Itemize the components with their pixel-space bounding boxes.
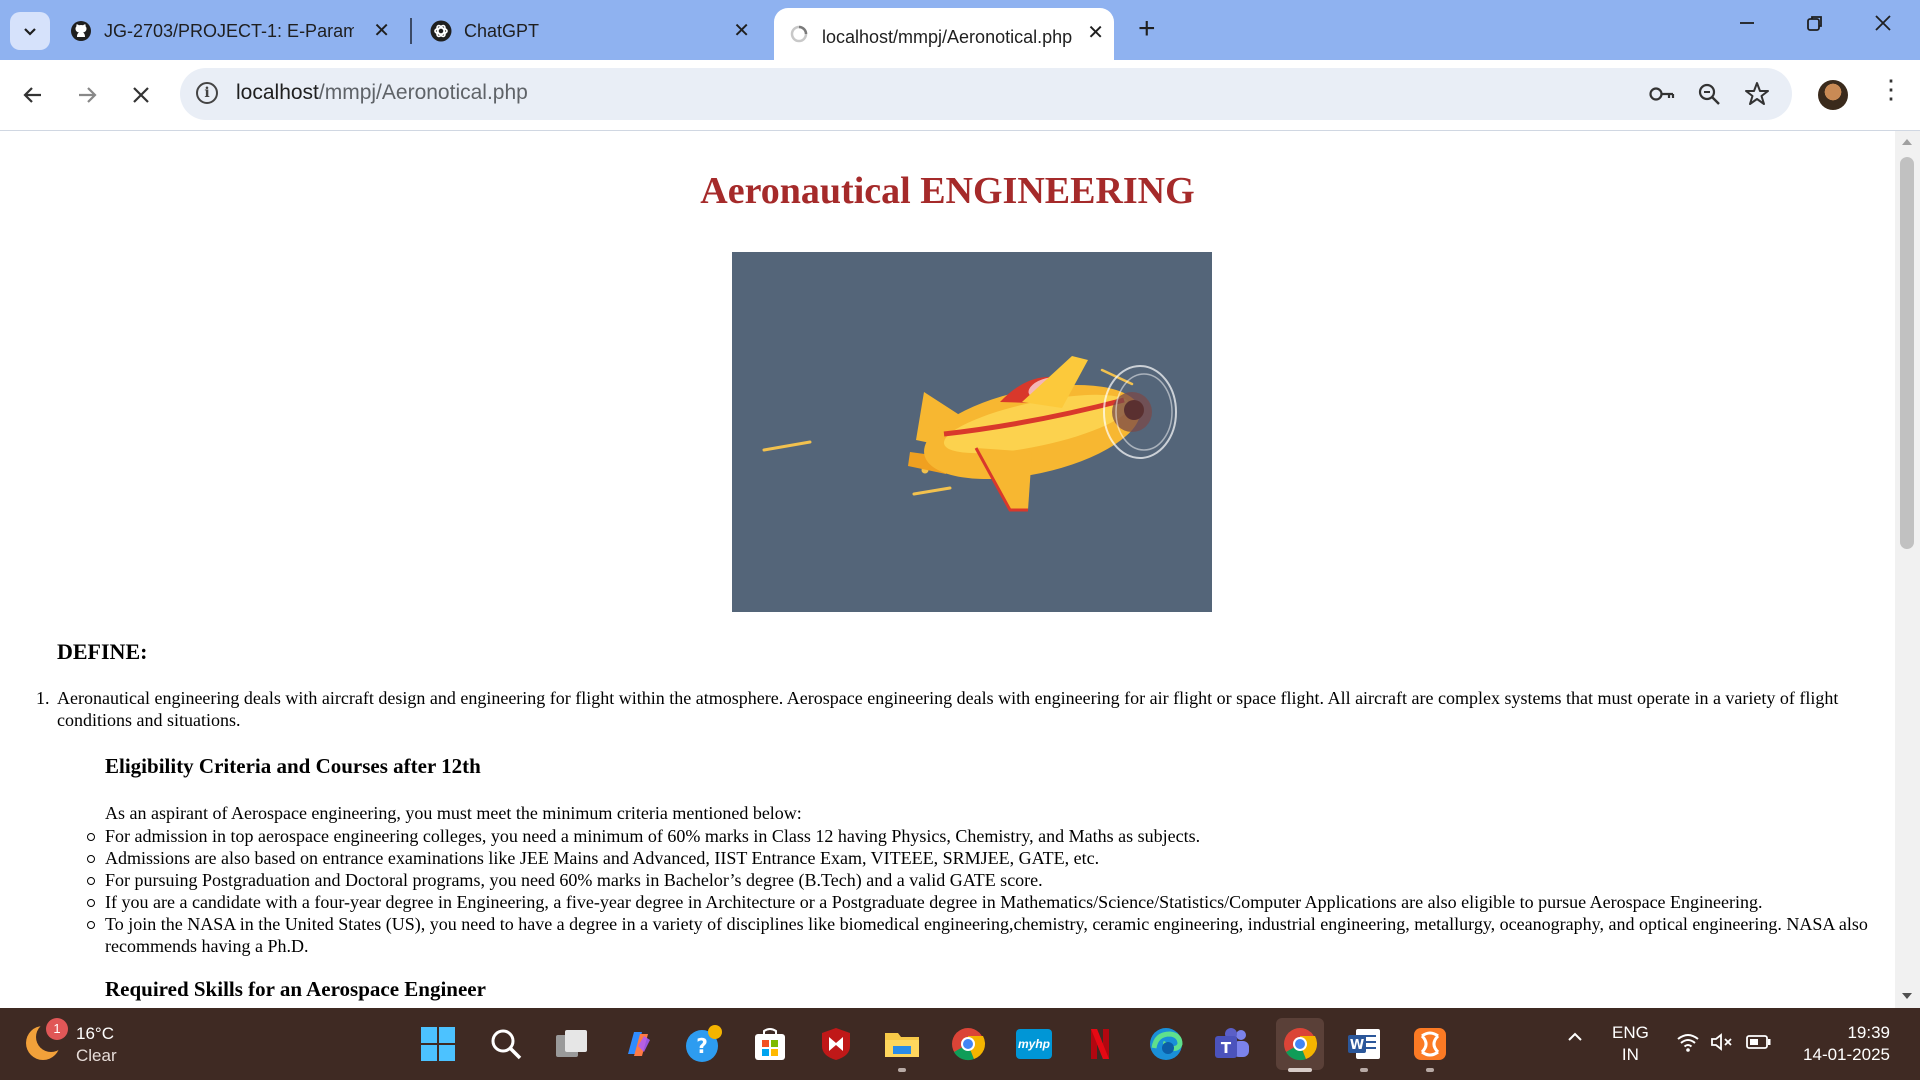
scroll-down-arrow-icon[interactable] xyxy=(1902,993,1912,999)
svg-text:W: W xyxy=(1350,1038,1364,1053)
list-number: 1. xyxy=(36,688,50,708)
file-explorer-icon[interactable] xyxy=(882,1024,922,1064)
tab-title: ChatGPT xyxy=(464,20,540,41)
chatgpt-icon xyxy=(430,20,452,42)
tab-github[interactable]: JG-2703/PROJECT-1: E-Paramarsh ✕ xyxy=(70,10,400,52)
page-viewport: Aeronautical ENGINEERING DEFINE: 1. Aero… xyxy=(0,131,1895,1008)
language-code: ENG xyxy=(1612,1023,1649,1042)
task-view-icon[interactable] xyxy=(552,1024,592,1064)
tab-chatgpt[interactable]: ChatGPT ✕ xyxy=(430,10,760,52)
browser-toolbar: i localhost/mmpj/Aeronotical.php ⋮ xyxy=(0,60,1920,131)
myhp-icon[interactable]: myhp xyxy=(1014,1024,1054,1064)
weather-temperature: 16°C xyxy=(76,1024,114,1043)
tray-chevron-up-icon[interactable] xyxy=(1566,1028,1584,1052)
list-item: For pursuing Postgraduation and Doctoral… xyxy=(87,869,1885,891)
svg-text:?: ? xyxy=(696,1034,708,1058)
github-icon xyxy=(70,20,92,42)
edge-icon[interactable] xyxy=(1146,1024,1186,1064)
eligibility-intro: As an aspirant of Aerospace engineering,… xyxy=(105,803,802,823)
browser-menu-icon[interactable]: ⋮ xyxy=(1878,76,1904,102)
address-url[interactable]: localhost/mmpj/Aeronotical.php xyxy=(236,81,528,105)
clock-time: 19:39 xyxy=(1847,1023,1890,1042)
url-host: localhost xyxy=(236,81,319,104)
battery-icon[interactable] xyxy=(1746,1034,1772,1056)
list-item: If you are a candidate with a four-year … xyxy=(87,891,1885,913)
close-icon[interactable]: ✕ xyxy=(373,20,390,42)
chrome-icon[interactable] xyxy=(948,1024,988,1064)
bookmark-star-icon[interactable] xyxy=(1744,81,1770,107)
tab-title: JG-2703/PROJECT-1: E-Paramarsh xyxy=(104,20,354,41)
new-tab-button[interactable]: + xyxy=(1138,14,1156,44)
loading-icon xyxy=(788,23,810,45)
page-title: Aeronautical ENGINEERING xyxy=(700,170,1195,212)
speaker-muted-icon[interactable] xyxy=(1710,1032,1734,1058)
key-icon[interactable] xyxy=(1648,81,1675,107)
active-indicator xyxy=(1288,1068,1312,1072)
running-indicator xyxy=(1426,1068,1434,1072)
word-icon[interactable]: W xyxy=(1344,1024,1384,1064)
chrome-active-icon[interactable] xyxy=(1276,1018,1324,1070)
back-button[interactable] xyxy=(16,78,50,112)
restore-icon[interactable] xyxy=(1806,12,1824,38)
wifi-icon[interactable] xyxy=(1676,1032,1700,1058)
xampp-icon[interactable] xyxy=(1410,1024,1450,1064)
search-icon[interactable] xyxy=(486,1024,526,1064)
myhp-label: myhp xyxy=(1016,1029,1052,1059)
help-icon[interactable]: ? xyxy=(684,1024,724,1064)
scrollbar-thumb[interactable] xyxy=(1900,157,1914,549)
clock[interactable]: 19:39 14-01-2025 xyxy=(1798,1022,1890,1066)
define-heading: DEFINE: xyxy=(57,639,148,664)
eligibility-heading: Eligibility Criteria and Courses after 1… xyxy=(105,754,481,778)
page-scrollbar[interactable] xyxy=(1895,131,1920,1008)
stop-loading-button[interactable] xyxy=(124,78,158,112)
address-bar[interactable]: i localhost/mmpj/Aeronotical.php xyxy=(180,68,1792,120)
skills-heading: Required Skills for an Aerospace Enginee… xyxy=(105,977,486,1001)
close-icon xyxy=(133,87,149,103)
weather-condition: Clear xyxy=(76,1046,117,1065)
tab-aeronautical[interactable]: localhost/mmpj/Aeronotical.php ✕ xyxy=(774,8,1114,60)
tab-title: localhost/mmpj/Aeronotical.php xyxy=(822,26,1072,47)
airplane-icon xyxy=(762,356,1177,512)
profile-avatar[interactable] xyxy=(1818,80,1848,110)
airplane-illustration xyxy=(732,252,1212,612)
copilot-icon[interactable] xyxy=(618,1024,658,1064)
tab-separator xyxy=(410,18,412,44)
running-indicator xyxy=(898,1068,906,1072)
arrow-right-icon xyxy=(79,87,97,103)
windows-start-icon[interactable] xyxy=(418,1024,458,1064)
eligibility-list: For admission in top aerospace engineeri… xyxy=(87,825,1885,957)
notification-badge: 1 xyxy=(46,1018,68,1040)
chevron-down-icon xyxy=(24,28,36,36)
microsoft-store-icon[interactable] xyxy=(750,1024,790,1064)
url-path: /mmpj/Aeronotical.php xyxy=(318,81,528,104)
scroll-up-arrow-icon[interactable] xyxy=(1902,139,1912,145)
running-indicator xyxy=(1360,1068,1368,1072)
language-indicator[interactable]: ENG IN xyxy=(1612,1022,1649,1066)
arrow-left-icon xyxy=(23,87,41,103)
minimize-icon[interactable] xyxy=(1738,12,1756,38)
taskbar: 1 16°C Clear ? myhp T W ENG IN 19:39 14-… xyxy=(0,1008,1920,1080)
forward-button[interactable] xyxy=(70,78,104,112)
tab-strip: JG-2703/PROJECT-1: E-Paramarsh ✕ ChatGPT… xyxy=(0,0,1920,60)
list-item: To join the NASA in the United States (U… xyxy=(87,913,1885,957)
svg-text:T: T xyxy=(1221,1039,1232,1057)
list-item: For admission in top aerospace engineeri… xyxy=(87,825,1885,847)
netflix-icon[interactable] xyxy=(1080,1024,1120,1064)
close-icon[interactable]: ✕ xyxy=(733,20,750,42)
window-close-icon[interactable] xyxy=(1874,12,1892,38)
site-info-icon[interactable]: i xyxy=(196,82,218,104)
list-item: Admissions are also based on entrance ex… xyxy=(87,847,1885,869)
list-item: Aeronautical engineering deals with airc… xyxy=(57,688,1839,730)
teams-icon[interactable]: T xyxy=(1212,1024,1252,1064)
language-region: IN xyxy=(1621,1045,1639,1064)
zoom-icon[interactable] xyxy=(1696,81,1722,107)
clock-date: 14-01-2025 xyxy=(1803,1045,1890,1064)
mcafee-icon[interactable] xyxy=(816,1024,856,1064)
close-icon[interactable]: ✕ xyxy=(1087,22,1104,44)
tab-search-button[interactable] xyxy=(10,12,50,50)
